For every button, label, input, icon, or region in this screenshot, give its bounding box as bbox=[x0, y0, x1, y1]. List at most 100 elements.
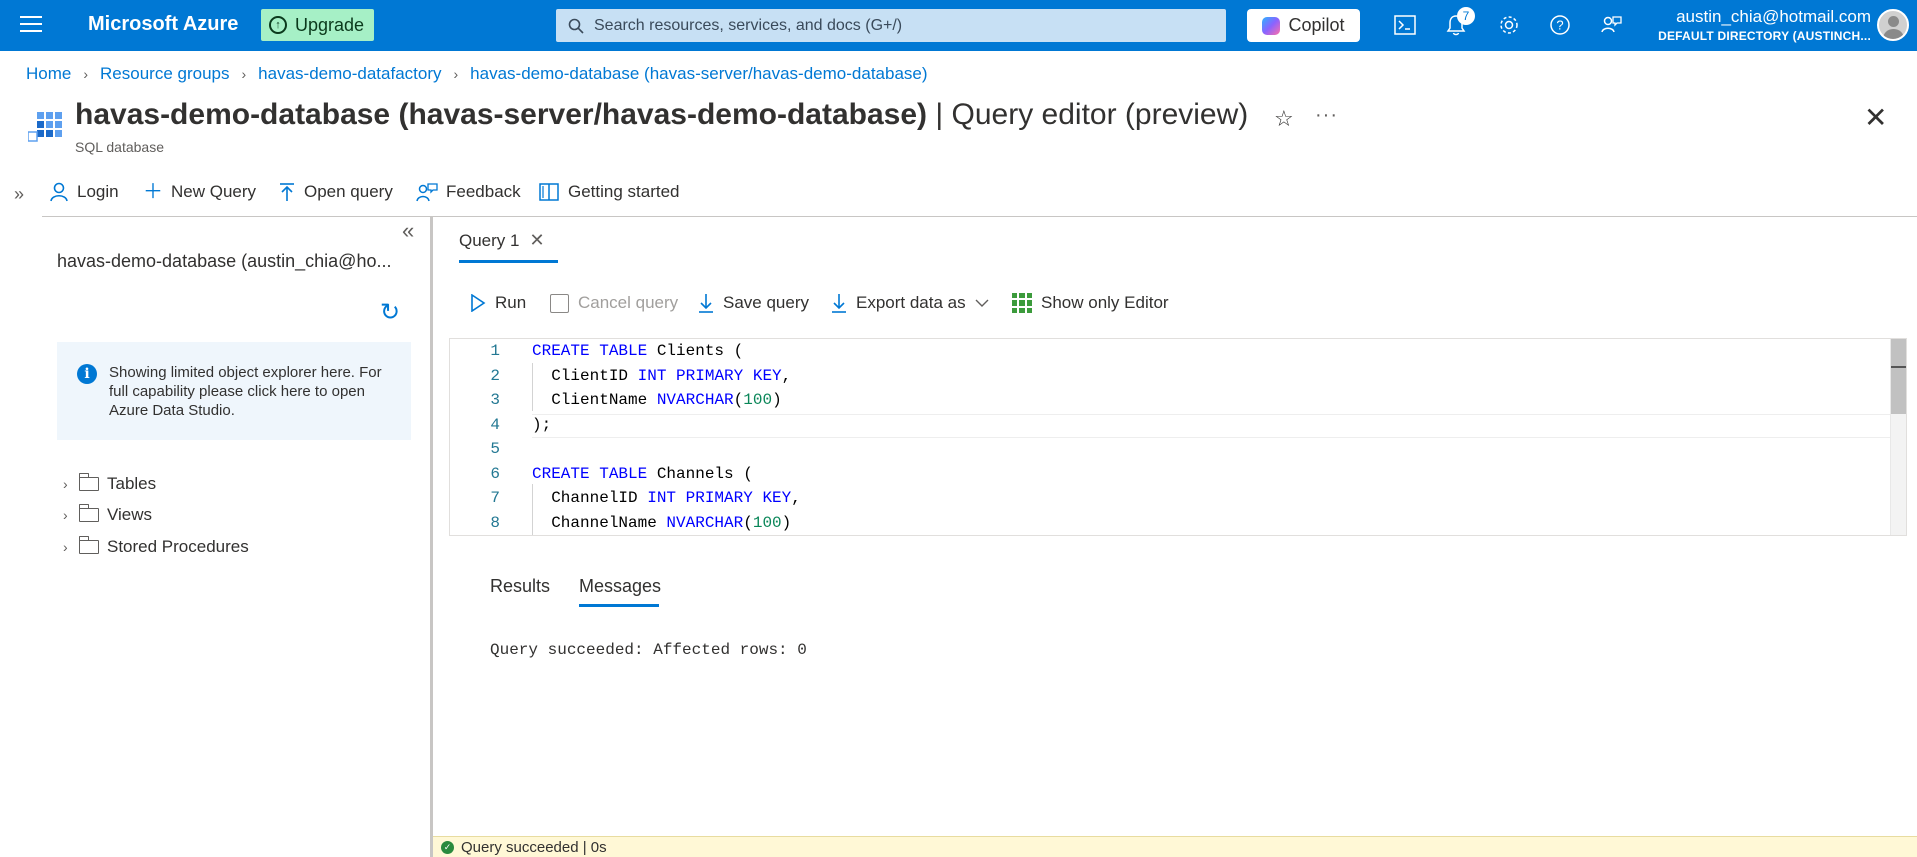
tree-item-stored-procedures[interactable]: › Stored Procedures bbox=[63, 536, 249, 557]
tree-item-label: Tables bbox=[107, 474, 157, 493]
person-icon bbox=[50, 182, 68, 202]
avatar[interactable] bbox=[1877, 9, 1909, 41]
editor-scroll-thumb[interactable] bbox=[1891, 339, 1906, 414]
bell-icon[interactable]: 7 bbox=[1443, 7, 1475, 38]
chevron-right-icon: › bbox=[63, 539, 68, 555]
query-tab-label: Query 1 bbox=[459, 230, 520, 250]
search-input[interactable] bbox=[594, 16, 1214, 35]
sql-keyword: CREATE TABLE bbox=[532, 464, 648, 483]
play-icon bbox=[471, 294, 486, 312]
upgrade-button[interactable]: ↑ Upgrade bbox=[261, 9, 375, 41]
close-tab-icon[interactable]: ✕ bbox=[529, 230, 544, 251]
line-number: 3 bbox=[490, 391, 500, 409]
code-line: 1 CREATE TABLE Clients ( bbox=[450, 339, 1890, 363]
code-text: ChannelName NVARCHAR(100) bbox=[532, 514, 791, 532]
download-icon bbox=[699, 294, 713, 313]
user-email: austin_chia@hotmail.com bbox=[1676, 7, 1871, 26]
sql-text: Channels ( bbox=[647, 464, 753, 483]
tree-item-label: Views bbox=[107, 505, 153, 524]
login-label: Login bbox=[77, 182, 119, 201]
feedback-label: Feedback bbox=[446, 182, 521, 201]
active-tab-indicator bbox=[459, 260, 558, 263]
sql-text: , bbox=[791, 489, 801, 507]
show-only-editor-button[interactable]: Show only Editor bbox=[1012, 293, 1169, 313]
more-icon[interactable]: ··· bbox=[1315, 104, 1338, 127]
code-line: 7 ChannelID INT PRIMARY KEY, bbox=[450, 486, 1890, 510]
code-line: 4); bbox=[450, 413, 1890, 437]
feedback-icon bbox=[416, 183, 438, 202]
collapse-panel-icon[interactable]: « bbox=[402, 218, 414, 244]
code-line: 5 bbox=[450, 437, 1890, 461]
resource-name: havas-demo-database (havas-server/havas-… bbox=[75, 98, 928, 131]
sql-keyword: INT PRIMARY KEY bbox=[647, 489, 792, 507]
run-label: Run bbox=[495, 293, 527, 312]
code-text: ClientName NVARCHAR(100) bbox=[532, 391, 782, 409]
open-query-button[interactable]: Open query bbox=[278, 182, 393, 202]
book-icon bbox=[539, 183, 559, 201]
info-banner-text: Showing limited object explorer here. Fo… bbox=[109, 364, 382, 419]
code-text: CREATE TABLE Clients ( bbox=[532, 342, 743, 360]
tab-messages[interactable]: Messages bbox=[579, 576, 661, 597]
top-bar: Microsoft Azure ↑ Upgrade Copilot 7 ? au… bbox=[0, 0, 1917, 51]
close-icon[interactable]: ✕ bbox=[1864, 104, 1887, 132]
sql-number: 100 bbox=[743, 391, 773, 409]
info-banner[interactable]: i Showing limited object explorer here. … bbox=[57, 342, 411, 440]
code-editor[interactable]: 1 CREATE TABLE Clients (2 ClientID INT PR… bbox=[449, 338, 1907, 536]
tree-item-tables[interactable]: › Tables bbox=[63, 473, 157, 494]
code-text: CREATE TABLE Channels ( bbox=[532, 465, 753, 483]
user-account[interactable]: austin_chia@hotmail.com DEFAULT DIRECTOR… bbox=[1658, 7, 1871, 43]
refresh-icon[interactable]: ↻ bbox=[380, 298, 400, 327]
download-icon bbox=[832, 294, 846, 313]
expand-menu-icon[interactable]: » bbox=[14, 184, 24, 205]
save-query-label: Save query bbox=[723, 293, 809, 312]
page-title: havas-demo-database (havas-server/havas-… bbox=[75, 98, 1248, 132]
star-icon[interactable]: ☆ bbox=[1274, 106, 1294, 132]
cancel-query-button[interactable]: Cancel query bbox=[550, 293, 678, 313]
sql-text: ChannelName bbox=[532, 513, 667, 532]
sql-text: ); bbox=[532, 415, 552, 434]
tab-results[interactable]: Results bbox=[490, 576, 550, 597]
tab-query-1[interactable]: Query 1 ✕ bbox=[459, 230, 545, 251]
save-query-button[interactable]: Save query bbox=[698, 293, 809, 313]
search-icon bbox=[568, 18, 584, 34]
export-data-dropdown[interactable]: Export data as bbox=[831, 293, 989, 313]
sql-text: ( bbox=[733, 391, 744, 409]
sql-database-icon bbox=[28, 112, 62, 142]
brand-title[interactable]: Microsoft Azure bbox=[88, 13, 238, 36]
feedback-button[interactable]: Feedback bbox=[416, 182, 521, 202]
feedback-icon[interactable] bbox=[1598, 12, 1624, 38]
menu-icon[interactable] bbox=[20, 16, 42, 34]
panel-splitter[interactable] bbox=[430, 217, 433, 857]
sql-text: ) bbox=[772, 391, 782, 409]
getting-started-button[interactable]: Getting started bbox=[538, 182, 680, 202]
line-number: 7 bbox=[490, 489, 500, 507]
breadcrumb-home[interactable]: Home bbox=[26, 64, 71, 84]
breadcrumb-database[interactable]: havas-demo-database (havas-server/havas-… bbox=[470, 64, 927, 84]
code-line: 8 ChannelName NVARCHAR(100) bbox=[450, 511, 1890, 535]
status-bar: ✓ Query succeeded | 0s bbox=[433, 836, 1917, 857]
code-line: 2 ClientID INT PRIMARY KEY, bbox=[450, 364, 1890, 388]
new-query-button[interactable]: ＋ New Query bbox=[143, 182, 256, 202]
info-icon: i bbox=[77, 364, 97, 384]
breadcrumb: Home › Resource groups › havas-demo-data… bbox=[26, 64, 928, 84]
sql-text: ) bbox=[781, 513, 792, 532]
plus-icon: ＋ bbox=[143, 181, 163, 203]
chevron-right-icon: › bbox=[63, 476, 68, 492]
login-button[interactable]: Login bbox=[49, 182, 119, 202]
global-search[interactable] bbox=[556, 9, 1226, 42]
breadcrumb-resource-group[interactable]: havas-demo-datafactory bbox=[258, 64, 441, 84]
code-text: ClientID INT PRIMARY KEY, bbox=[532, 367, 791, 385]
query-message: Query succeeded: Affected rows: 0 bbox=[490, 641, 807, 659]
gear-icon[interactable] bbox=[1496, 12, 1522, 38]
help-icon[interactable]: ? bbox=[1547, 12, 1573, 38]
tree-item-label: Stored Procedures bbox=[107, 537, 249, 556]
breadcrumb-resource-groups[interactable]: Resource groups bbox=[100, 64, 229, 84]
copilot-button[interactable]: Copilot bbox=[1247, 9, 1360, 42]
sql-text: ClientName bbox=[532, 391, 657, 409]
run-button[interactable]: Run bbox=[470, 293, 526, 313]
svg-text:?: ? bbox=[1556, 18, 1563, 33]
cloud-shell-icon[interactable] bbox=[1392, 12, 1418, 38]
tree-item-views[interactable]: › Views bbox=[63, 504, 153, 525]
folder-icon bbox=[78, 473, 99, 491]
sql-text: ( bbox=[743, 513, 753, 532]
